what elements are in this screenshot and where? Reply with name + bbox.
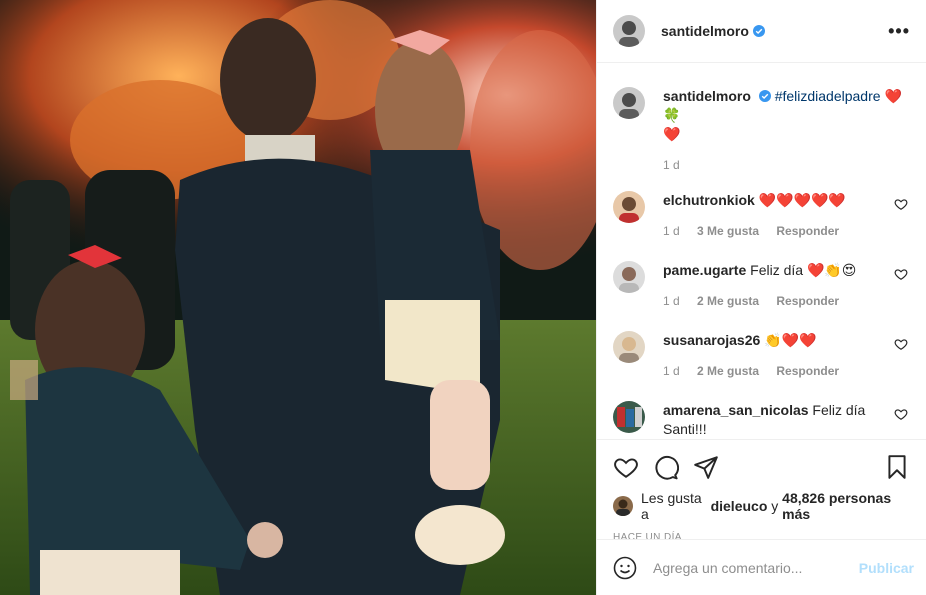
comment-likes[interactable]: 2 Me gusta (697, 364, 759, 378)
emoji-icon[interactable] (613, 556, 637, 580)
comment-icon[interactable] (653, 454, 679, 480)
comment-item: amarena_san_nicolas Feliz día Santi!!! (613, 401, 910, 439)
comment-time[interactable]: 1 d (663, 364, 680, 378)
comment-text: ❤️❤️❤️❤️❤️ (758, 192, 846, 208)
reply-button[interactable]: Responder (776, 224, 839, 238)
comment-item: susanarojas26 👏❤️❤️ 1 d 2 Me gusta Respo… (613, 331, 910, 381)
likes-others[interactable]: 48,826 personas más (782, 490, 910, 522)
more-icon[interactable]: ••• (888, 21, 910, 42)
comment-like-icon[interactable] (894, 197, 908, 211)
comment-username[interactable]: amarena_san_nicolas (663, 402, 809, 418)
post-comment-button[interactable]: Publicar (859, 560, 914, 576)
liker-username[interactable]: dieleuco (711, 498, 768, 514)
reply-button[interactable]: Responder (776, 364, 839, 378)
liker-avatar[interactable] (613, 496, 633, 516)
verified-icon (758, 90, 771, 102)
photo-illustration (0, 0, 596, 595)
comment-username[interactable]: susanarojas26 (663, 332, 760, 348)
comment-like-icon[interactable] (894, 337, 908, 351)
comment-likes[interactable]: 2 Me gusta (697, 294, 759, 308)
commenter-avatar[interactable] (613, 401, 645, 433)
instagram-post-modal: santidelmoro ••• santidelmoro #felizdiad… (0, 0, 926, 595)
post-photo[interactable] (0, 0, 596, 595)
comment-text: 👏❤️❤️ (764, 332, 817, 348)
comment-item: elchutronkiok ❤️❤️❤️❤️❤️ 1 d 3 Me gusta … (613, 191, 910, 241)
comment-username[interactable]: elchutronkiok (663, 192, 755, 208)
bookmark-icon[interactable] (884, 454, 910, 480)
author-avatar[interactable] (613, 15, 645, 47)
reply-button[interactable]: Responder (776, 294, 839, 308)
likes-prefix: Les gusta a (641, 490, 702, 522)
commenter-avatar[interactable] (613, 191, 645, 223)
comment-like-icon[interactable] (894, 407, 908, 421)
post-caption: santidelmoro #felizdiadelpadre ❤️🍀 ❤️ 1 … (613, 87, 910, 175)
post-actions: Les gusta a dieleuco y 48,826 personas m… (597, 439, 926, 543)
comment-username[interactable]: pame.ugarte (663, 262, 746, 278)
likes-summary: Les gusta a dieleuco y 48,826 personas m… (613, 490, 910, 522)
caption-hashtag[interactable]: #felizdiadelpadre (775, 88, 881, 104)
comment-likes[interactable]: 3 Me gusta (697, 224, 759, 238)
post-side-panel: santidelmoro ••• santidelmoro #felizdiad… (596, 0, 926, 595)
comment-time[interactable]: 1 d (663, 224, 680, 238)
heart-icon[interactable] (613, 454, 639, 480)
commenter-avatar[interactable] (613, 331, 645, 363)
caption-time[interactable]: 1 d (663, 158, 680, 172)
post-header: santidelmoro ••• (597, 0, 926, 63)
share-icon[interactable] (693, 454, 719, 480)
comment-item: pame.ugarte Feliz día ❤️👏😍 1 d 2 Me gust… (613, 261, 910, 311)
add-comment-bar: Publicar (597, 539, 926, 595)
comment-like-icon[interactable] (894, 267, 908, 281)
comment-input[interactable] (653, 559, 859, 576)
caption-username[interactable]: santidelmoro (663, 88, 751, 104)
author-username[interactable]: santidelmoro (661, 23, 749, 39)
comment-text: Feliz día ❤️👏😍 (750, 262, 857, 278)
comment-time[interactable]: 1 d (663, 294, 680, 308)
commenter-avatar[interactable] (613, 261, 645, 293)
likes-joiner: y (771, 498, 779, 514)
comments-list[interactable]: santidelmoro #felizdiadelpadre ❤️🍀 ❤️ 1 … (597, 63, 926, 439)
verified-icon (752, 25, 765, 37)
caption-line2: ❤️ (663, 126, 681, 142)
caption-avatar[interactable] (613, 87, 645, 119)
